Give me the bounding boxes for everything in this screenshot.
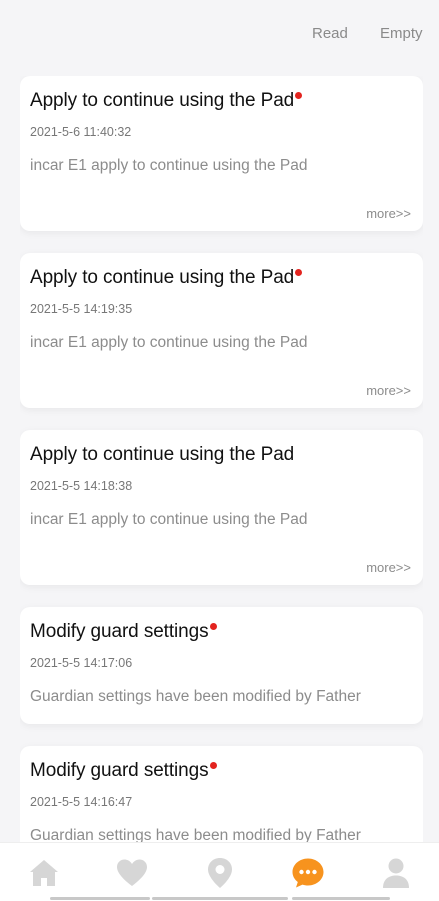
message-time: 2021-5-5 14:18:38 [30,479,133,493]
mark-read-button[interactable]: Read [312,25,348,42]
location-pin-icon [208,858,232,888]
message-title: Apply to continue using the Pad [30,90,303,112]
message-body: incar E1 apply to continue using the Pad [30,511,308,528]
message-card[interactable]: Apply to continue using the Pad 2021-5-5… [20,430,423,585]
message-title: Apply to continue using the Pad [30,444,295,465]
unread-dot [295,269,303,276]
message-time: 2021-5-6 11:40:32 [30,125,132,139]
empty-button[interactable]: Empty [380,25,423,42]
message-body: incar E1 apply to continue using the Pad [30,157,308,174]
message-title: Modify guard settings [30,760,217,782]
message-icon [292,858,324,888]
tab-profile[interactable] [378,855,414,891]
more-link[interactable]: more>> [366,206,411,221]
more-link[interactable]: more>> [366,383,411,398]
tab-location[interactable] [202,855,238,891]
message-card[interactable]: Apply to continue using the Pad 2021-5-6… [20,76,423,231]
message-card[interactable]: Apply to continue using the Pad 2021-5-5… [20,253,423,408]
message-title: Modify guard settings [30,621,217,643]
message-time: 2021-5-5 14:16:47 [30,795,133,809]
top-bar: Read Empty [0,0,439,64]
home-icon [30,860,58,886]
more-link[interactable]: more>> [366,560,411,575]
tab-messages[interactable] [290,855,326,891]
message-card[interactable]: Modify guard settings 2021-5-5 14:17:06 … [20,607,423,724]
unread-dot [209,762,217,769]
message-body: Guardian settings have been modified by … [30,688,361,705]
message-title: Apply to continue using the Pad [30,267,303,289]
message-card[interactable]: Modify guard settings 2021-5-5 14:16:47 … [20,746,423,842]
message-time: 2021-5-5 14:17:06 [30,656,133,670]
message-list[interactable]: Apply to continue using the Pad 2021-5-6… [20,76,423,842]
tab-favorites[interactable] [114,855,150,891]
message-body: Guardian settings have been modified by … [30,827,361,842]
unread-dot [209,623,217,630]
unread-dot [295,92,303,99]
message-body: incar E1 apply to continue using the Pad [30,334,308,351]
heart-icon [117,859,147,886]
profile-icon [383,858,409,888]
bottom-tab-bar [0,842,439,901]
tab-home[interactable] [26,855,62,891]
message-time: 2021-5-5 14:19:35 [30,302,133,316]
